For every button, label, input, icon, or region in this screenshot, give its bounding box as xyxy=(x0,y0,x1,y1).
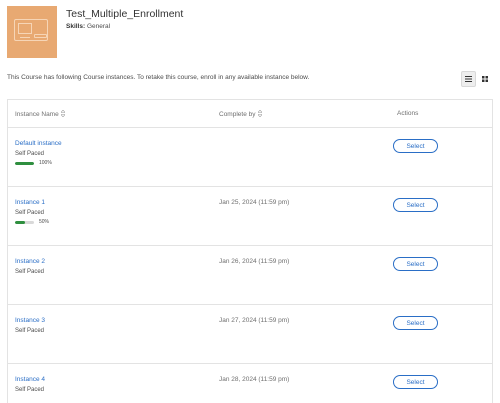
table-row: Default instance Self Paced 100% Select xyxy=(8,128,492,187)
select-button[interactable]: Select xyxy=(393,316,438,330)
instance-name-link[interactable]: Instance 1 xyxy=(15,199,45,206)
instance-pace: Self Paced xyxy=(15,151,45,157)
sort-icon xyxy=(256,109,263,119)
column-header-label: Actions xyxy=(397,110,419,117)
complete-by-date: Jan 25, 2024 (11:59 pm) xyxy=(219,199,290,206)
grid-view-icon xyxy=(481,76,488,82)
column-header-label: Instance Name xyxy=(15,111,59,118)
course-title: Test_Multiple_Enrollment xyxy=(66,8,184,20)
select-button[interactable]: Select xyxy=(393,375,438,389)
progress-label: 50% xyxy=(39,219,50,225)
table-row: Instance 1 Self Paced 50% Jan 25, 2024 (… xyxy=(8,187,492,246)
instance-name-link[interactable]: Instance 4 xyxy=(15,376,45,383)
instances-info-text: This Course has following Course instanc… xyxy=(7,74,310,81)
select-button[interactable]: Select xyxy=(393,198,438,212)
skills-value: General xyxy=(86,23,111,30)
course-skills: Skills: General xyxy=(66,23,110,30)
progress-indicator: 100% xyxy=(15,160,52,166)
select-button[interactable]: Select xyxy=(393,257,438,271)
grid-view-button[interactable] xyxy=(477,71,492,87)
complete-by-date: Jan 28, 2024 (11:59 pm) xyxy=(219,376,290,383)
instance-pace: Self Paced xyxy=(15,269,45,275)
list-view-button[interactable] xyxy=(461,71,476,87)
course-thumbnail xyxy=(7,6,57,58)
progress-bar-fill xyxy=(15,220,25,224)
column-header-instance-name[interactable]: Instance Name xyxy=(15,109,66,119)
table-row: Instance 4 Self Paced Jan 28, 2024 (11:5… xyxy=(8,364,492,403)
list-view-icon xyxy=(465,76,472,82)
course-header: Test_Multiple_Enrollment Skills: General xyxy=(7,6,487,62)
progress-indicator: 50% xyxy=(15,219,49,225)
progress-bar xyxy=(15,220,34,224)
instance-pace: Self Paced xyxy=(15,328,45,334)
column-header-complete-by[interactable]: Complete by xyxy=(219,109,263,119)
progress-label: 100% xyxy=(39,160,52,166)
select-button[interactable]: Select xyxy=(393,139,438,153)
table-row: Instance 3 Self Paced Jan 27, 2024 (11:5… xyxy=(8,305,492,364)
table-row: Instance 2 Self Paced Jan 26, 2024 (11:5… xyxy=(8,246,492,305)
instance-name-link[interactable]: Default instance xyxy=(15,140,62,147)
complete-by-date: Jan 26, 2024 (11:59 pm) xyxy=(219,258,290,265)
complete-by-date: Jan 27, 2024 (11:59 pm) xyxy=(219,317,290,324)
instance-name-link[interactable]: Instance 2 xyxy=(15,258,45,265)
instance-name-link[interactable]: Instance 3 xyxy=(15,317,45,324)
instance-pace: Self Paced xyxy=(15,210,45,216)
column-header-actions: Actions xyxy=(397,110,418,117)
sort-icon xyxy=(60,109,66,119)
table-header: Instance Name Complete by Actions xyxy=(8,100,492,128)
view-toggle xyxy=(461,71,492,87)
instance-pace: Self Paced xyxy=(15,387,45,393)
progress-bar xyxy=(15,161,34,165)
laptop-icon xyxy=(14,19,48,41)
instances-table: Instance Name Complete by Actions Defaul… xyxy=(7,99,493,403)
column-header-label: Complete by xyxy=(219,111,256,118)
progress-bar-fill xyxy=(15,161,34,165)
skills-label: Skills: xyxy=(66,23,86,30)
